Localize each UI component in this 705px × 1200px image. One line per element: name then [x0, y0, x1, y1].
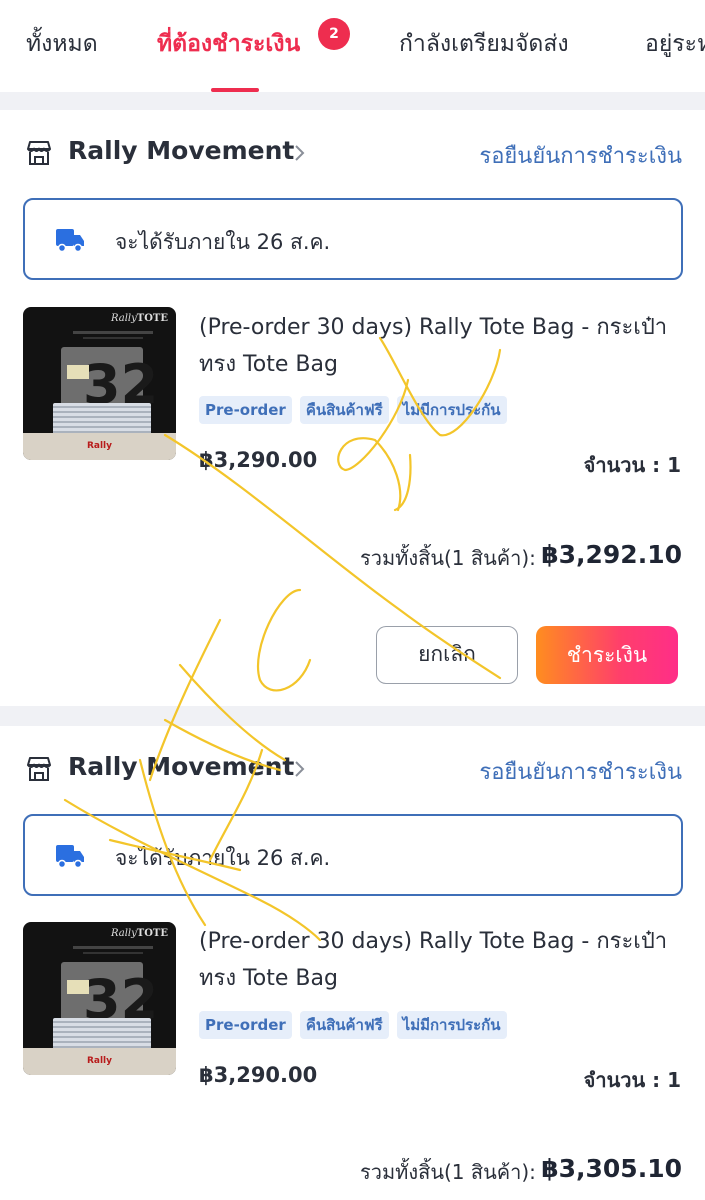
- order-total-value: ฿3,305.10: [541, 1154, 682, 1183]
- product-quantity: จำนวน : 1: [583, 1068, 681, 1092]
- delivery-estimate-box: จะได้รับภายใน 26 ส.ค.: [23, 814, 683, 896]
- section-divider: [0, 92, 705, 110]
- product-image[interactable]: RallyTOTE 32 Rally: [23, 922, 176, 1075]
- tag-free-return: คืนสินค้าฟรี: [299, 1011, 389, 1039]
- tab-all[interactable]: ทั้งหมด: [26, 26, 98, 62]
- shop-icon: [27, 141, 51, 165]
- section-divider: [0, 706, 705, 726]
- delivery-estimate-box: จะได้รับภายใน 26 ส.ค.: [23, 198, 683, 280]
- product-image-label: Rally: [86, 441, 113, 451]
- order-card: Rally Movement รอยืนยันการชำระเงิน จะได้…: [0, 110, 705, 706]
- tag-no-warranty: ไม่มีการประกัน: [396, 396, 507, 424]
- store-header[interactable]: Rally Movement รอยืนยันการชำระเงิน: [0, 740, 705, 800]
- order-status: รอยืนยันการชำระเงิน: [479, 760, 682, 785]
- tag-no-warranty: ไม่มีการประกัน: [396, 1011, 507, 1039]
- store-name[interactable]: Rally Movement: [68, 752, 294, 781]
- store-header[interactable]: Rally Movement รอยืนยันการชำระเงิน: [0, 124, 705, 184]
- product-image-brand: RallyTOTE: [111, 313, 168, 324]
- chevron-right-icon: [295, 761, 305, 777]
- product-image[interactable]: RallyTOTE 32 Rally: [23, 307, 176, 460]
- product-title[interactable]: (Pre-order 30 days) Rally Tote Bag - กระ…: [199, 309, 689, 383]
- truck-icon: [56, 845, 84, 869]
- product-image-brand: RallyTOTE: [111, 928, 168, 939]
- order-total-label: รวมทั้งสิ้น(1 สินค้า):: [360, 546, 536, 570]
- order-status: รอยืนยันการชำระเงิน: [479, 144, 682, 169]
- tag-pre-order: Pre-order: [199, 396, 292, 424]
- order-status-tabs: ทั้งหมด ที่ต้องชำระเงิน 2 กำลังเตรียมจัด…: [0, 0, 705, 92]
- product-quantity: จำนวน : 1: [583, 453, 681, 477]
- product-tags: Pre-order คืนสินค้าฟรี ไม่มีการประกัน: [199, 396, 515, 424]
- order-total-label: รวมทั้งสิ้น(1 สินค้า):: [360, 1160, 536, 1184]
- shop-icon: [27, 757, 51, 781]
- tab-to-pay-badge: 2: [318, 18, 350, 50]
- product-tags: Pre-order คืนสินค้าฟรี ไม่มีการประกัน: [199, 1011, 515, 1039]
- product-image-label: Rally: [86, 1056, 113, 1066]
- product-price: ฿3,290.00: [199, 1063, 318, 1087]
- tab-to-pay[interactable]: ที่ต้องชำระเงิน: [157, 26, 300, 62]
- order-total-value: ฿3,292.10: [541, 540, 682, 569]
- store-name[interactable]: Rally Movement: [68, 136, 294, 165]
- chevron-right-icon: [295, 145, 305, 161]
- truck-icon: [56, 229, 84, 253]
- tab-shipping[interactable]: อยู่ระห: [645, 26, 705, 62]
- tab-preparing-shipment[interactable]: กำลังเตรียมจัดส่ง: [399, 26, 569, 62]
- tag-free-return: คืนสินค้าฟรี: [299, 396, 389, 424]
- product-price: ฿3,290.00: [199, 448, 318, 472]
- delivery-date-text: จะได้รับภายใน 26 ส.ค.: [115, 846, 331, 870]
- product-title[interactable]: (Pre-order 30 days) Rally Tote Bag - กระ…: [199, 923, 689, 997]
- delivery-date-text: จะได้รับภายใน 26 ส.ค.: [115, 230, 331, 254]
- tag-pre-order: Pre-order: [199, 1011, 292, 1039]
- cancel-order-button[interactable]: ยกเลิก: [376, 626, 518, 684]
- pay-button[interactable]: ชำระเงิน: [536, 626, 678, 684]
- order-card: Rally Movement รอยืนยันการชำระเงิน จะได้…: [0, 726, 705, 1200]
